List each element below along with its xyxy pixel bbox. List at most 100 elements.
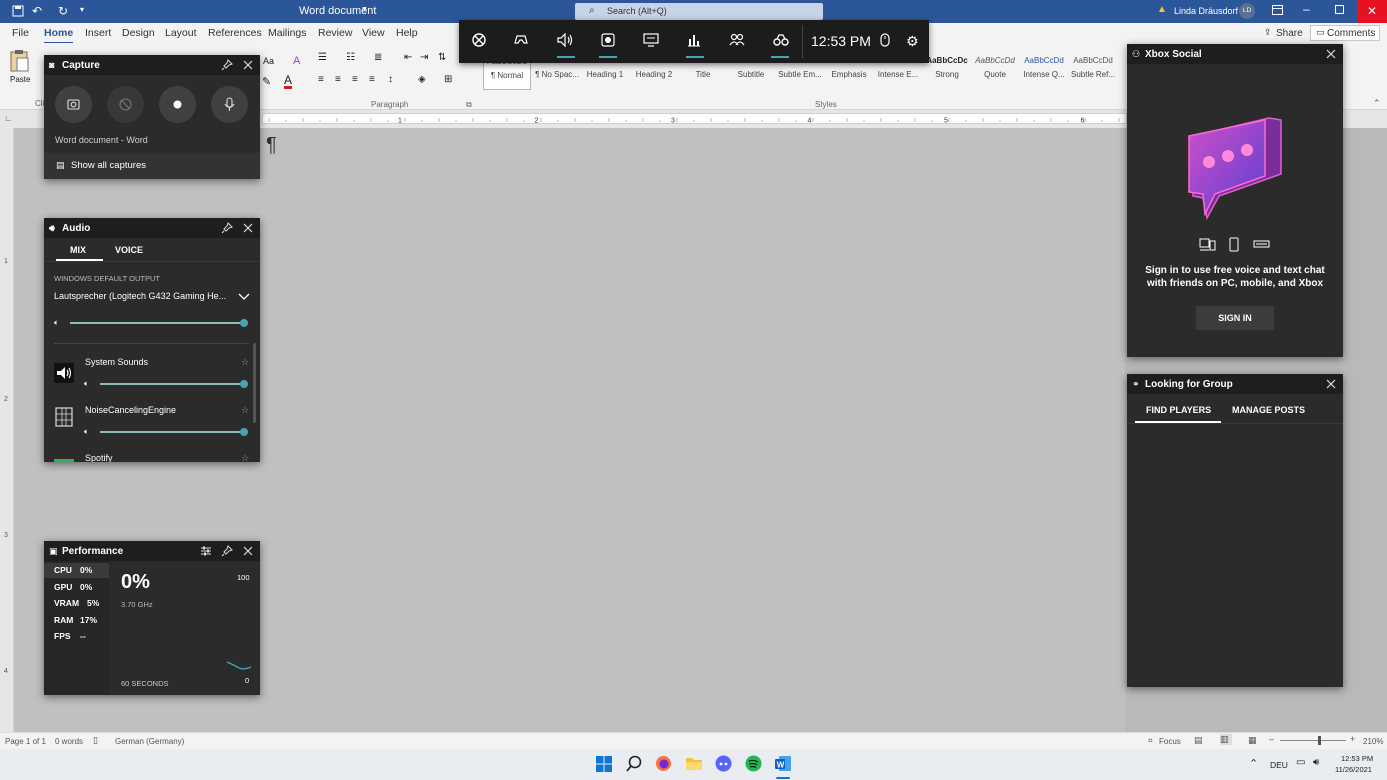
favorite-star-icon[interactable]: ☆ (241, 357, 249, 368)
controller-icon[interactable] (513, 33, 529, 47)
maximize-icon[interactable] (1335, 5, 1344, 14)
clear-formatting-icon[interactable]: A (293, 55, 300, 67)
word-count[interactable]: 0 words (55, 737, 83, 746)
close-icon[interactable] (241, 221, 255, 235)
xbox-social-header[interactable]: ⚇ Xbox Social (1127, 44, 1343, 64)
tab-design[interactable]: Design (122, 27, 155, 39)
web-layout-icon[interactable]: ▦ (1248, 735, 1257, 746)
windows-start-icon[interactable] (596, 756, 612, 772)
font-color-icon[interactable]: A (284, 74, 293, 89)
redo-icon[interactable]: ↻ (58, 4, 68, 18)
record-button[interactable] (159, 86, 196, 123)
taskbar-search-icon[interactable] (626, 755, 642, 772)
performance-widget-icon[interactable] (687, 33, 701, 47)
align-center-icon[interactable]: ≡ (335, 74, 341, 85)
paste-button[interactable]: Paste (8, 49, 32, 95)
close-icon[interactable] (1324, 47, 1338, 61)
user-name[interactable]: Linda Dräusdorf (1174, 6, 1238, 16)
numbering-icon[interactable]: ☷ (346, 52, 355, 63)
style-item[interactable]: AaBbCcDd Quote (971, 54, 1019, 90)
multilevel-list-icon[interactable]: ≣ (374, 52, 382, 63)
read-mode-icon[interactable]: ▤ (1194, 735, 1203, 746)
close-button[interactable]: ✕ (1357, 0, 1387, 23)
metric-row[interactable]: FPS -- (44, 629, 109, 644)
tab-selector-icon[interactable]: ∟ (4, 113, 13, 123)
metric-row[interactable]: CPU 0% (44, 563, 109, 578)
close-icon[interactable] (241, 544, 255, 558)
align-left-icon[interactable]: ≡ (318, 74, 324, 85)
align-right-icon[interactable]: ≡ (352, 74, 358, 85)
style-item[interactable]: AaBbCcDd Subtle Ref... (1069, 54, 1117, 90)
master-volume-icon[interactable]: 🔈︎ (54, 318, 59, 328)
discord-icon[interactable] (715, 755, 732, 772)
save-icon[interactable] (12, 5, 24, 17)
zoom-slider[interactable] (1280, 736, 1346, 745)
borders-icon[interactable]: ⊞ (444, 74, 452, 85)
slider-track[interactable] (100, 383, 244, 385)
settings-gear-icon[interactable]: ⚙ (906, 33, 919, 50)
pin-icon[interactable] (220, 58, 234, 72)
audio-widget-icon[interactable] (557, 33, 573, 47)
settings-sliders-icon[interactable] (199, 544, 213, 558)
favorite-star-icon[interactable]: ☆ (241, 453, 249, 462)
capture-widget-icon[interactable] (601, 33, 615, 47)
close-icon[interactable] (1324, 377, 1338, 391)
slider-thumb[interactable] (240, 319, 248, 327)
font-size-label[interactable]: Aa (263, 56, 274, 66)
avatar[interactable]: LD (1239, 3, 1255, 19)
display-icon[interactable] (643, 33, 659, 47)
tab-layout[interactable]: Layout (165, 27, 197, 39)
input-language[interactable]: DEU (1270, 760, 1288, 770)
spotify-icon[interactable] (745, 755, 762, 772)
sort-icon[interactable]: ⇅ (438, 52, 446, 63)
output-device-select[interactable]: Lautsprecher (Logitech G432 Gaming He... (54, 290, 254, 304)
tray-date[interactable]: 11/26/2021 (1335, 765, 1372, 774)
tab-review[interactable]: Review (318, 27, 352, 39)
lfg-icon[interactable] (773, 33, 789, 47)
capture-header[interactable]: ◙ Capture (44, 55, 260, 75)
justify-icon[interactable]: ≡ (369, 74, 375, 85)
increase-indent-icon[interactable]: ⇥ (420, 52, 428, 63)
share-button[interactable]: ⇪ Share (1258, 25, 1306, 41)
file-explorer-icon[interactable] (685, 756, 703, 771)
metric-row[interactable]: GPU 0% (44, 580, 109, 595)
favorite-star-icon[interactable]: ☆ (241, 405, 249, 416)
tab-help[interactable]: Help (396, 27, 418, 39)
paragraph-launcher-icon[interactable]: ⧉ (466, 100, 472, 110)
tab-voice[interactable]: VOICE (115, 245, 143, 255)
slider-thumb[interactable] (240, 428, 248, 436)
slider-track[interactable] (100, 431, 244, 433)
tab-file[interactable]: File (12, 27, 29, 39)
show-all-captures-button[interactable]: ▤ Show all captures (44, 153, 260, 179)
audio-header[interactable]: 🔊︎ Audio (44, 218, 260, 238)
tab-find-players[interactable]: FIND PLAYERS (1146, 405, 1211, 415)
tab-insert[interactable]: Insert (85, 27, 111, 39)
decrease-indent-icon[interactable]: ⇤ (404, 52, 412, 63)
line-spacing-icon[interactable]: ↕ (388, 74, 393, 85)
print-layout-icon[interactable]: ▥ (1220, 734, 1232, 745)
proofing-icon[interactable]: ▯ (93, 735, 98, 746)
zoom-level[interactable]: 210% (1363, 737, 1383, 746)
style-item[interactable]: AaBbCcDd Intense Q... (1020, 54, 1068, 90)
app-volume-slider[interactable] (100, 427, 248, 437)
style-item[interactable]: AaBbCcDc Strong (923, 54, 971, 90)
ribbon-display-icon[interactable] (1272, 5, 1283, 15)
tab-view[interactable]: View (362, 27, 385, 39)
screenshot-button[interactable] (55, 86, 92, 123)
app-volume-slider[interactable] (100, 379, 248, 389)
bullets-icon[interactable]: ☰ (318, 52, 327, 63)
pin-icon[interactable] (220, 221, 234, 235)
slider-thumb[interactable] (240, 380, 248, 388)
focus-button[interactable]: Focus (1159, 737, 1181, 746)
firefox-icon[interactable] (655, 755, 672, 772)
network-icon[interactable]: ▭ (1296, 757, 1305, 768)
master-volume-slider[interactable] (70, 318, 248, 328)
collapse-ribbon-icon[interactable]: ⌃ (1373, 98, 1381, 109)
mouse-icon[interactable] (880, 33, 890, 47)
zoom-slider-thumb[interactable] (1318, 736, 1321, 745)
pin-icon[interactable] (220, 544, 234, 558)
record-last-button[interactable] (107, 86, 144, 123)
sign-in-button[interactable]: SIGN IN (1196, 306, 1274, 330)
slider-track[interactable] (70, 322, 244, 324)
microphone-button[interactable] (211, 86, 248, 123)
